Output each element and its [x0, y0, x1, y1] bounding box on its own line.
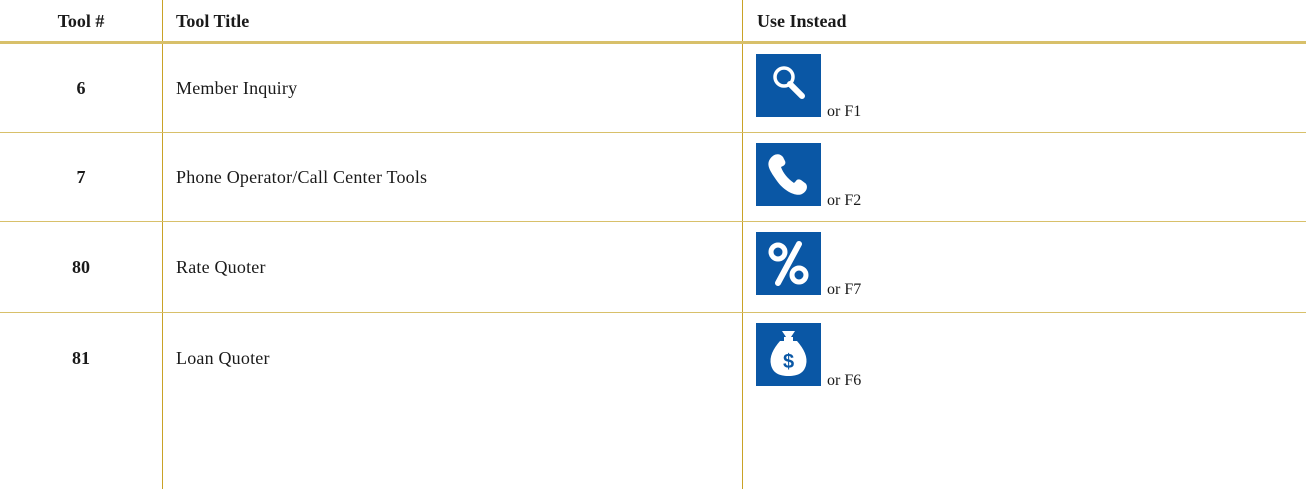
magnifier-icon[interactable]: [756, 54, 821, 117]
tool-title: Phone Operator/Call Center Tools: [176, 167, 428, 187]
shortcut-key: or F1: [827, 103, 862, 120]
tool-title: Loan Quoter: [176, 348, 270, 368]
shortcut-key: or F7: [827, 281, 862, 298]
tool-table: Tool # Tool Title Use Instead 6 Member I…: [0, 0, 1306, 489]
table-row: 81 Loan Quoter $ or F6: [0, 313, 1306, 403]
tool-title: Member Inquiry: [176, 78, 298, 98]
header-use-instead: Use Instead: [757, 11, 847, 31]
tool-number: 80: [72, 257, 90, 277]
tool-number: 6: [76, 78, 86, 98]
svg-text:$: $: [783, 351, 794, 373]
shortcut-key: or F2: [827, 192, 862, 209]
table-row: 6 Member Inquiry or F1: [0, 44, 1306, 132]
tool-title: Rate Quoter: [176, 257, 266, 277]
percent-icon[interactable]: [756, 232, 821, 295]
tool-number: 7: [76, 167, 86, 187]
tool-number: 81: [72, 348, 90, 368]
table-header: Tool # Tool Title Use Instead: [0, 0, 1306, 42]
table-row: 7 Phone Operator/Call Center Tools or F2: [0, 133, 1306, 221]
header-tool-title: Tool Title: [176, 11, 250, 31]
header-tool-number: Tool #: [57, 11, 105, 31]
table-row: 80 Rate Quoter or F7: [0, 222, 1306, 312]
money-bag-icon[interactable]: $: [756, 323, 821, 386]
phone-icon[interactable]: [756, 143, 821, 206]
shortcut-key: or F6: [827, 372, 862, 389]
